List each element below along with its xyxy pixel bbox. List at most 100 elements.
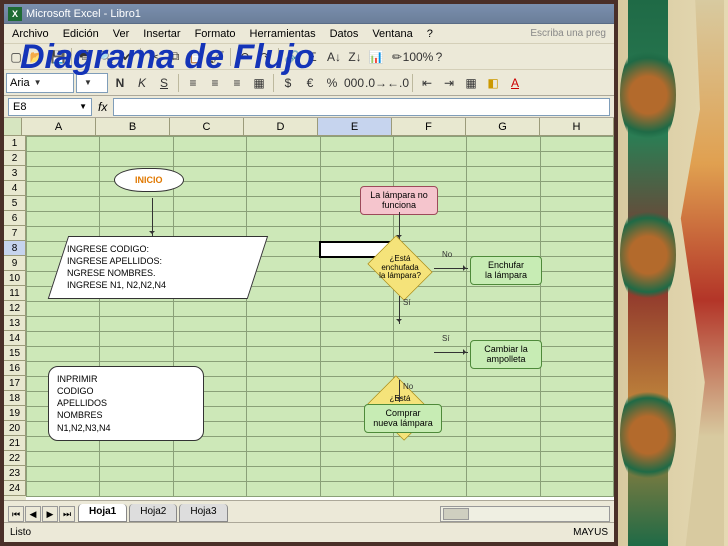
tab-nav-last-icon[interactable]: ⏭ — [59, 506, 75, 522]
formula-bar[interactable] — [113, 98, 610, 116]
cell[interactable] — [27, 332, 100, 347]
cell[interactable] — [173, 482, 246, 497]
cell[interactable] — [540, 257, 613, 272]
name-box[interactable]: E8▼ — [8, 98, 92, 116]
cell[interactable] — [100, 137, 173, 152]
cell[interactable] — [540, 437, 613, 452]
cell[interactable] — [173, 302, 246, 317]
cell[interactable] — [467, 227, 540, 242]
col-header-E[interactable]: E — [318, 118, 392, 136]
row-header-2[interactable]: 2 — [4, 151, 26, 166]
indent-dec-icon[interactable]: ⇤ — [417, 73, 437, 93]
cell[interactable] — [247, 347, 320, 362]
cell[interactable] — [247, 197, 320, 212]
cell[interactable] — [393, 482, 466, 497]
col-header-B[interactable]: B — [96, 118, 170, 136]
cell[interactable] — [100, 317, 173, 332]
cell[interactable] — [173, 347, 246, 362]
cell[interactable] — [100, 332, 173, 347]
cell[interactable] — [27, 167, 100, 182]
cell[interactable] — [173, 467, 246, 482]
cell[interactable] — [320, 362, 393, 377]
horizontal-scrollbar[interactable] — [440, 506, 610, 522]
cell[interactable] — [393, 167, 466, 182]
cell[interactable] — [540, 212, 613, 227]
cell[interactable] — [173, 332, 246, 347]
cell[interactable] — [247, 482, 320, 497]
tab-nav-first-icon[interactable]: ⏮ — [8, 506, 24, 522]
row-header-23[interactable]: 23 — [4, 466, 26, 481]
shape-act3[interactable]: Comprar nueva lámpara — [364, 404, 442, 433]
inc-decimal-icon[interactable]: .0→ — [366, 73, 386, 93]
shape-input[interactable]: INGRESE CODIGO: INGRESE APELLIDOS: NGRES… — [48, 236, 268, 299]
cell[interactable] — [467, 287, 540, 302]
cell[interactable] — [467, 317, 540, 332]
cell[interactable] — [540, 467, 613, 482]
cell[interactable] — [467, 242, 540, 257]
fx-icon[interactable]: fx — [98, 100, 107, 114]
cell[interactable] — [100, 197, 173, 212]
cell[interactable] — [320, 137, 393, 152]
cell[interactable] — [247, 392, 320, 407]
cell[interactable] — [27, 152, 100, 167]
cells-area[interactable] — [26, 136, 614, 500]
cell[interactable] — [393, 347, 466, 362]
row-header-7[interactable]: 7 — [4, 226, 26, 241]
cell[interactable] — [100, 152, 173, 167]
dec-decimal-icon[interactable]: ←.0 — [388, 73, 408, 93]
row-header-19[interactable]: 19 — [4, 406, 26, 421]
sort-desc-icon[interactable]: Z↓ — [345, 47, 365, 67]
cell[interactable] — [247, 362, 320, 377]
cell[interactable] — [467, 422, 540, 437]
row-header-11[interactable]: 11 — [4, 286, 26, 301]
cell[interactable] — [173, 137, 246, 152]
help-icon[interactable]: ? — [429, 47, 449, 67]
row-header-21[interactable]: 21 — [4, 436, 26, 451]
cell[interactable] — [27, 197, 100, 212]
cell[interactable] — [467, 212, 540, 227]
cell[interactable] — [320, 332, 393, 347]
row-header-13[interactable]: 13 — [4, 316, 26, 331]
cell[interactable] — [320, 482, 393, 497]
cell[interactable] — [540, 272, 613, 287]
cell[interactable] — [540, 452, 613, 467]
cell[interactable] — [27, 467, 100, 482]
row-header-22[interactable]: 22 — [4, 451, 26, 466]
row-header-17[interactable]: 17 — [4, 376, 26, 391]
menu-datos[interactable]: Datos — [324, 26, 365, 42]
chart-icon[interactable]: 📊 — [366, 47, 386, 67]
cell[interactable] — [393, 452, 466, 467]
cell[interactable] — [393, 137, 466, 152]
cell[interactable] — [540, 317, 613, 332]
grid[interactable]: ABCDEFGH 1234567891011121314151617181920… — [4, 118, 614, 500]
cell[interactable] — [173, 152, 246, 167]
borders-icon[interactable]: ▦ — [461, 73, 481, 93]
cell[interactable] — [540, 347, 613, 362]
sheet-tab-2[interactable]: Hoja2 — [129, 504, 177, 522]
tab-nav-prev-icon[interactable]: ◀ — [25, 506, 41, 522]
cell[interactable] — [540, 167, 613, 182]
cell[interactable] — [320, 317, 393, 332]
cell[interactable] — [467, 482, 540, 497]
sheet-tab-3[interactable]: Hoja3 — [179, 504, 227, 522]
row-header-5[interactable]: 5 — [4, 196, 26, 211]
cell[interactable] — [320, 437, 393, 452]
percent-icon[interactable]: % — [322, 73, 342, 93]
cell[interactable] — [540, 407, 613, 422]
cell[interactable] — [173, 317, 246, 332]
shape-proc-top[interactable]: La lámpara no funciona — [360, 186, 438, 215]
cell[interactable] — [247, 212, 320, 227]
row-header-16[interactable]: 16 — [4, 361, 26, 376]
row-header-20[interactable]: 20 — [4, 421, 26, 436]
cell[interactable] — [27, 137, 100, 152]
cell[interactable] — [320, 152, 393, 167]
cell[interactable] — [173, 167, 246, 182]
row-header-18[interactable]: 18 — [4, 391, 26, 406]
cell[interactable] — [247, 302, 320, 317]
cell[interactable] — [467, 167, 540, 182]
cell[interactable] — [540, 242, 613, 257]
menu-help[interactable]: ? — [421, 26, 439, 42]
cell[interactable] — [467, 452, 540, 467]
cell[interactable] — [27, 302, 100, 317]
cell[interactable] — [393, 152, 466, 167]
